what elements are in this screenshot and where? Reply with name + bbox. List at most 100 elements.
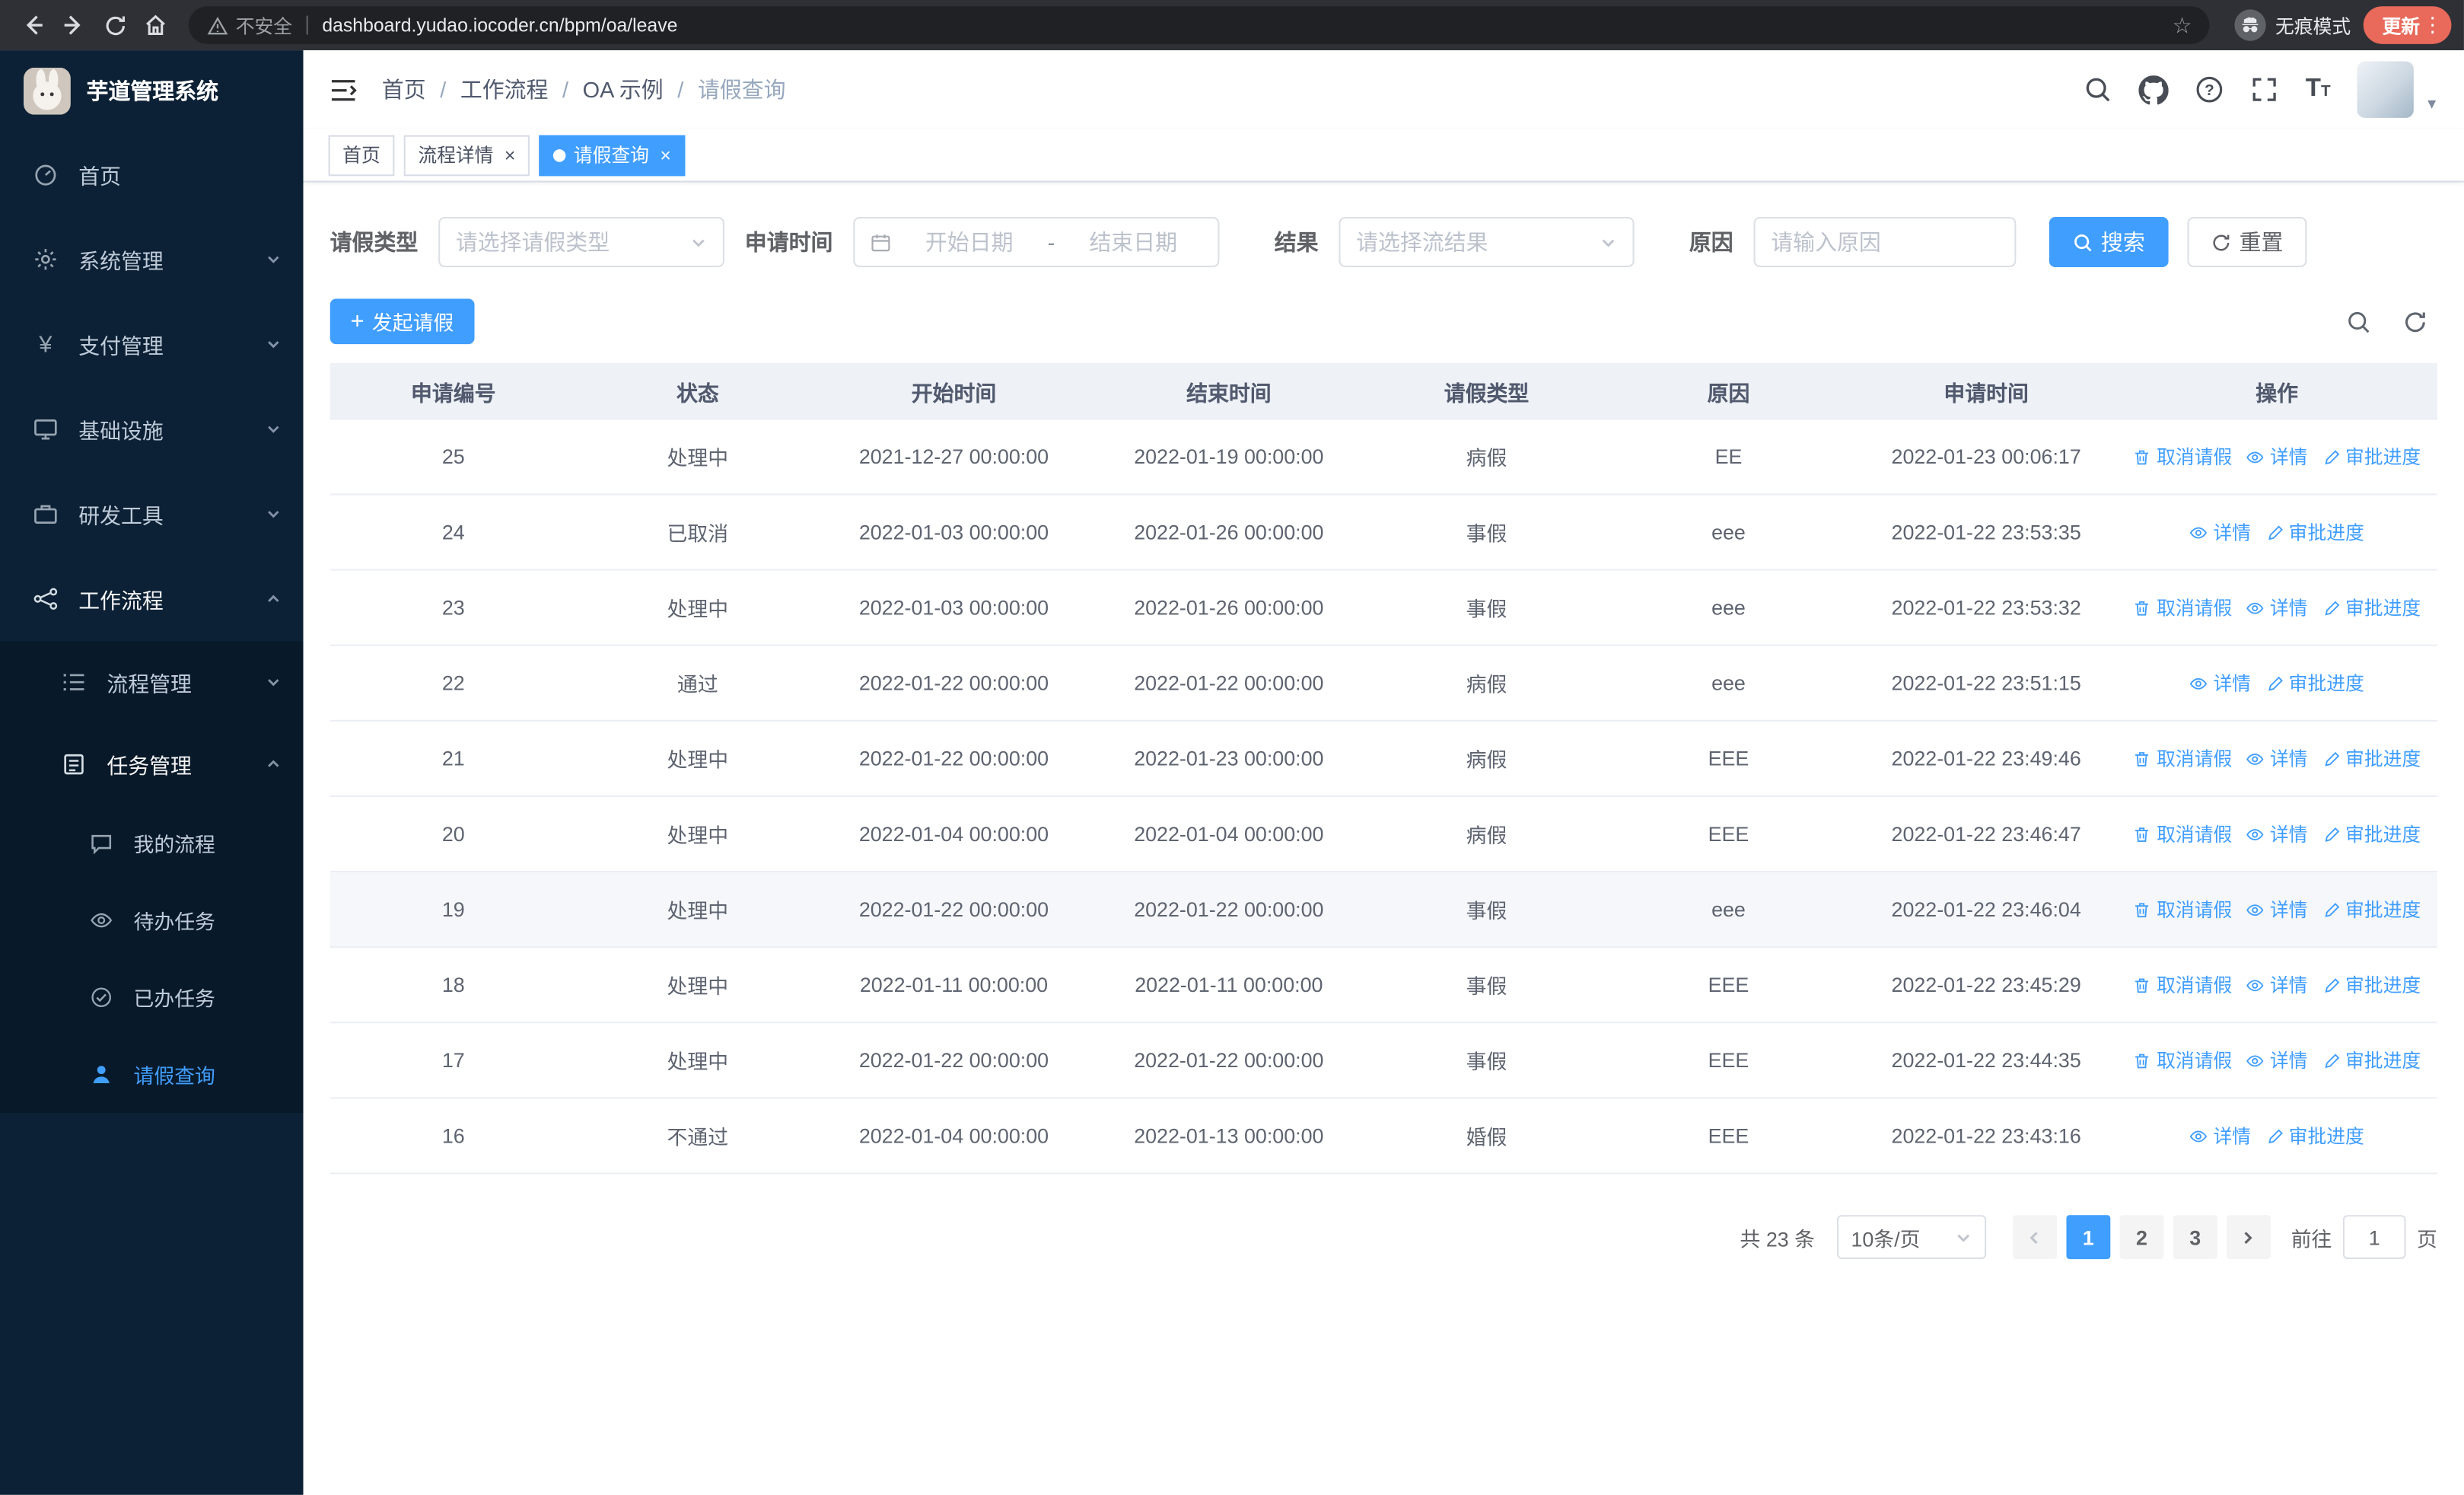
bookmark-star-icon[interactable]: ☆ (2164, 11, 2200, 38)
sidebar-item-process-management[interactable]: 流程管理 (0, 642, 304, 723)
search-icon[interactable] (2084, 75, 2112, 104)
sidebar-item-task-management[interactable]: 任务管理 (0, 723, 304, 805)
chevron-up-icon (266, 591, 282, 607)
table-header: 申请编号 状态 开始时间 结束时间 请假类型 原因 申请时间 操作 (329, 363, 2437, 420)
trash-icon (2136, 827, 2150, 841)
browser-menu-icon[interactable]: ⋮ (2420, 13, 2445, 38)
cell-reason: eee (1711, 595, 1746, 620)
detail-link[interactable]: 详情 (2246, 896, 2307, 923)
page-button-2[interactable]: 2 (2119, 1215, 2164, 1260)
browser-forward-button[interactable] (53, 5, 94, 46)
cancel-leave-link[interactable]: 取消请假 (2133, 1047, 2232, 1073)
sidebar-item-system[interactable]: 系统管理 (0, 217, 304, 302)
refresh-icon[interactable] (2402, 309, 2427, 334)
sidebar-item-workflow[interactable]: 工作流程 (0, 556, 304, 642)
audit-progress-link[interactable]: 审批进度 (2322, 971, 2421, 998)
detail-link[interactable]: 详情 (2246, 971, 2307, 998)
app-title: 芋道管理系统 (86, 78, 219, 104)
close-icon[interactable]: × (660, 145, 670, 164)
audit-progress-link[interactable]: 审批进度 (2322, 896, 2421, 923)
audit-progress-link[interactable]: 审批进度 (2265, 518, 2364, 545)
page-size-select[interactable]: 10条/页 (1836, 1215, 1987, 1260)
cell-apply-time: 2022-01-22 23:53:35 (1891, 520, 2081, 544)
end-date-placeholder[interactable]: 结束日期 (1065, 226, 1202, 257)
sidebar-item-my-process[interactable]: 我的流程 (0, 805, 304, 881)
cell-end-time: 2022-01-13 00:00:00 (1134, 1124, 1324, 1148)
detail-link[interactable]: 详情 (2246, 745, 2307, 772)
browser-back-button[interactable] (13, 5, 54, 46)
sidebar-item-todo-tasks[interactable]: 待办任务 (0, 881, 304, 958)
fullscreen-icon[interactable] (2250, 75, 2278, 104)
font-size-icon[interactable]: TT (2306, 76, 2331, 102)
detail-link[interactable]: 详情 (2190, 670, 2251, 696)
detail-link[interactable]: 详情 (2246, 443, 2307, 470)
detail-link[interactable]: 详情 (2246, 1047, 2307, 1073)
address-bar[interactable]: 不安全 dashboard.yudao.iocoder.cn/bpm/oa/le… (188, 6, 2210, 44)
close-icon[interactable]: × (505, 145, 515, 164)
audit-progress-link[interactable]: 审批进度 (2322, 594, 2421, 621)
detail-link[interactable]: 详情 (2246, 821, 2307, 847)
detail-link[interactable]: 详情 (2246, 594, 2307, 621)
cell-status: 处理中 (667, 748, 729, 772)
breadcrumb-home[interactable]: 首页 (382, 74, 426, 105)
gear-icon (31, 247, 59, 272)
tab-leave-query[interactable]: 请假查询 × (539, 134, 686, 176)
sidebar-item-leave-query[interactable]: 请假查询 (0, 1036, 304, 1113)
github-icon[interactable] (2138, 75, 2170, 104)
detail-link[interactable]: 详情 (2190, 1122, 2251, 1149)
cell-start-time: 2022-01-03 00:00:00 (858, 595, 1049, 620)
sidebar-item-home[interactable]: 首页 (0, 132, 304, 217)
tab-home[interactable]: 首页 (328, 134, 395, 176)
prev-page-button[interactable] (2013, 1215, 2058, 1260)
forward-icon (64, 15, 81, 35)
help-icon[interactable]: ? (2195, 75, 2224, 104)
audit-progress-link[interactable]: 审批进度 (2322, 821, 2421, 847)
result-select[interactable]: 请选择流结果 (1339, 216, 1635, 268)
page-button-3[interactable]: 3 (2173, 1215, 2217, 1260)
next-page-button[interactable] (2227, 1215, 2271, 1260)
audit-progress-link[interactable]: 审批进度 (2265, 670, 2364, 696)
detail-link[interactable]: 详情 (2190, 518, 2251, 545)
browser-update-button[interactable]: 更新 ⋮ (2363, 6, 2452, 44)
home-icon (146, 14, 165, 35)
browser-home-button[interactable] (135, 5, 177, 46)
sidebar-collapse-button[interactable] (329, 75, 358, 104)
cancel-leave-link[interactable]: 取消请假 (2133, 896, 2232, 923)
user-avatar[interactable] (2357, 61, 2415, 118)
reset-button[interactable]: 重置 (2187, 216, 2307, 268)
cell-start-time: 2022-01-22 00:00:00 (858, 746, 1049, 770)
audit-progress-link[interactable]: 审批进度 (2322, 745, 2421, 772)
audit-progress-link[interactable]: 审批进度 (2265, 1122, 2364, 1149)
apply-time-range-picker[interactable]: 开始日期 - 结束日期 (853, 216, 1220, 268)
cancel-leave-link[interactable]: 取消请假 (2133, 971, 2232, 998)
reason-input[interactable] (1771, 229, 1999, 255)
browser-reload-button[interactable] (94, 5, 135, 46)
toggle-search-icon[interactable] (2346, 309, 2371, 334)
sidebar-item-payment[interactable]: ¥ 支付管理 (0, 301, 304, 387)
cell-reason: EEE (1708, 1124, 1749, 1148)
audit-progress-link[interactable]: 审批进度 (2322, 1047, 2421, 1073)
cancel-leave-link[interactable]: 取消请假 (2133, 821, 2232, 847)
url-text: dashboard.yudao.iocoder.cn/bpm/oa/leave (322, 14, 678, 37)
sidebar-item-infrastructure[interactable]: 基础设施 (0, 387, 304, 472)
cancel-leave-link[interactable]: 取消请假 (2133, 443, 2232, 470)
avatar-caret-icon[interactable]: ▼ (2424, 96, 2438, 112)
tab-process-detail[interactable]: 流程详情 × (403, 134, 530, 176)
audit-progress-link[interactable]: 审批进度 (2322, 443, 2421, 470)
site-security-indicator[interactable]: 不安全 (207, 11, 293, 38)
back-icon (26, 15, 43, 35)
sidebar-item-dev-tools[interactable]: 研发工具 (0, 472, 304, 557)
leave-type-select[interactable]: 请选择请假类型 (438, 216, 724, 268)
cancel-leave-link[interactable]: 取消请假 (2133, 745, 2232, 772)
cell-operations: 取消请假 详情 审批进度 (2120, 443, 2434, 470)
cancel-leave-link[interactable]: 取消请假 (2133, 594, 2232, 621)
cell-operations: 取消请假 详情 审批进度 (2120, 971, 2434, 998)
page-button-1[interactable]: 1 (2066, 1215, 2111, 1260)
create-leave-button[interactable]: + 发起请假 (329, 298, 475, 345)
start-date-placeholder[interactable]: 开始日期 (900, 226, 1038, 257)
search-button[interactable]: 搜索 (2049, 216, 2169, 268)
sidebar-item-done-tasks[interactable]: 已办任务 (0, 959, 304, 1036)
security-label: 不安全 (235, 14, 293, 37)
edit-icon (2324, 1053, 2339, 1068)
goto-page-input[interactable] (2342, 1215, 2406, 1260)
